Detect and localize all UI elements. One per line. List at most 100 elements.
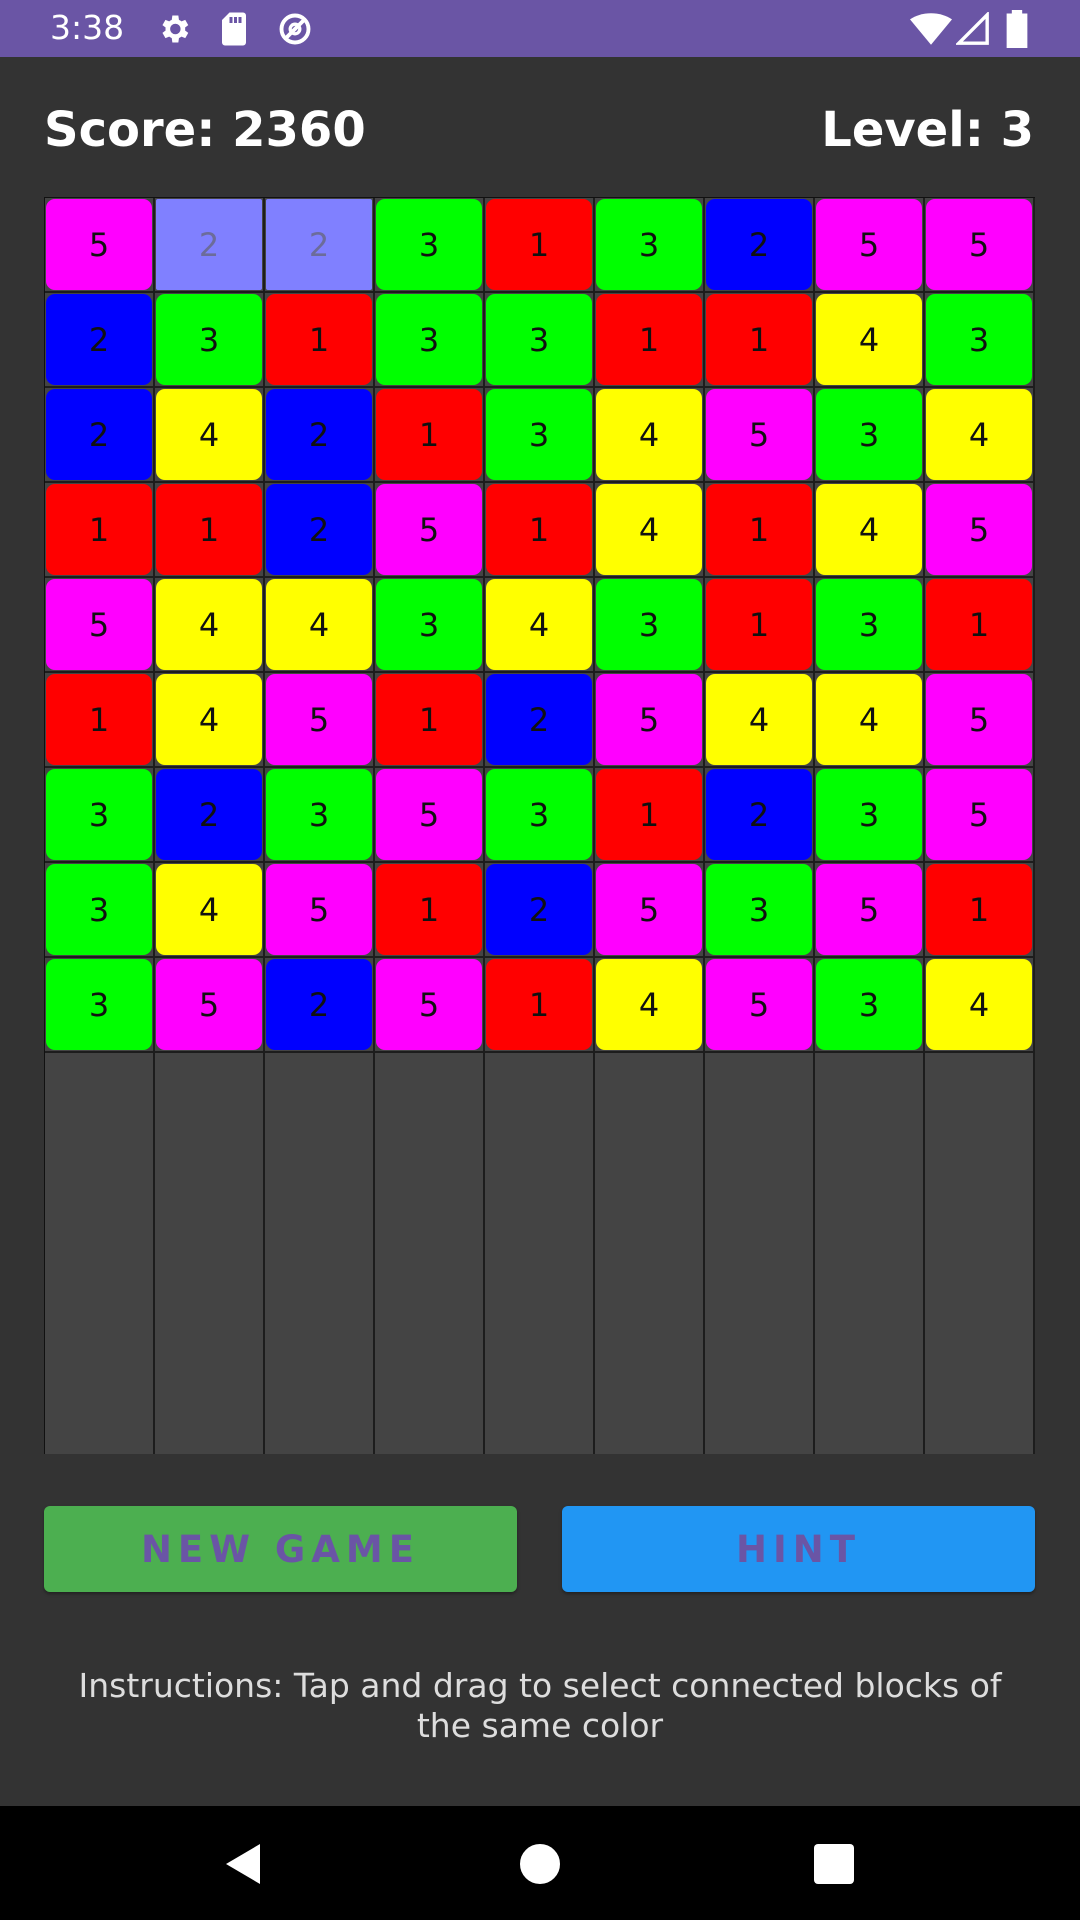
block-3[interactable]: 3	[376, 579, 482, 670]
block-4[interactable]: 4	[156, 389, 262, 480]
block-3[interactable]: 3	[46, 864, 152, 955]
block-5[interactable]: 5	[596, 864, 702, 955]
block-5[interactable]: 5	[46, 199, 152, 290]
block-1[interactable]: 1	[376, 674, 482, 765]
row-divider	[45, 956, 1035, 958]
block-1[interactable]: 1	[706, 294, 812, 385]
signal-icon	[956, 12, 989, 45]
block-3[interactable]: 3	[596, 199, 702, 290]
block-3[interactable]: 3	[486, 769, 592, 860]
block-2[interactable]: 2	[706, 199, 812, 290]
game-board[interactable]: 5223132552313311432421345341125141455443…	[44, 197, 1035, 1454]
block-4[interactable]: 4	[816, 674, 922, 765]
block-2[interactable]: 2	[266, 484, 372, 575]
block-3[interactable]: 3	[156, 294, 262, 385]
block-3[interactable]: 3	[816, 769, 922, 860]
block-5[interactable]: 5	[706, 959, 812, 1050]
block-4[interactable]: 4	[816, 484, 922, 575]
score-label: Score: 2360	[44, 102, 366, 158]
instructions-text: Instructions: Tap and drag to select con…	[78, 1666, 1002, 1745]
block-5[interactable]: 5	[706, 389, 812, 480]
block-3[interactable]: 3	[486, 389, 592, 480]
block-5[interactable]: 5	[926, 484, 1032, 575]
block-4[interactable]: 4	[156, 579, 262, 670]
block-2[interactable]: 2	[706, 769, 812, 860]
block-5[interactable]: 5	[266, 674, 372, 765]
block-1[interactable]: 1	[596, 294, 702, 385]
block-5[interactable]: 5	[816, 864, 922, 955]
block-3[interactable]: 3	[596, 579, 702, 670]
block-2[interactable]: 2	[486, 864, 592, 955]
block-1[interactable]: 1	[486, 199, 592, 290]
block-1[interactable]: 1	[926, 579, 1032, 670]
block-1[interactable]: 1	[706, 579, 812, 670]
home-icon[interactable]	[514, 1840, 566, 1888]
selected-block[interactable]: 2	[266, 199, 372, 290]
level-label: Level: 3	[821, 102, 1034, 158]
block-4[interactable]: 4	[926, 389, 1032, 480]
block-5[interactable]: 5	[46, 579, 152, 670]
block-5[interactable]: 5	[266, 864, 372, 955]
block-5[interactable]: 5	[376, 484, 482, 575]
block-1[interactable]: 1	[486, 959, 592, 1050]
block-4[interactable]: 4	[706, 674, 812, 765]
block-2[interactable]: 2	[486, 674, 592, 765]
block-4[interactable]: 4	[266, 579, 372, 670]
row-divider	[45, 861, 1035, 863]
block-3[interactable]: 3	[706, 864, 812, 955]
block-5[interactable]: 5	[926, 674, 1032, 765]
block-2[interactable]: 2	[46, 389, 152, 480]
recents-icon[interactable]	[812, 1842, 856, 1886]
block-1[interactable]: 1	[266, 294, 372, 385]
block-3[interactable]: 3	[376, 199, 482, 290]
block-3[interactable]: 3	[376, 294, 482, 385]
block-4[interactable]: 4	[596, 959, 702, 1050]
block-3[interactable]: 3	[816, 389, 922, 480]
block-1[interactable]: 1	[376, 389, 482, 480]
block-2[interactable]: 2	[46, 294, 152, 385]
block-3[interactable]: 3	[816, 579, 922, 670]
block-4[interactable]: 4	[926, 959, 1032, 1050]
block-3[interactable]: 3	[46, 959, 152, 1050]
block-5[interactable]: 5	[816, 199, 922, 290]
back-icon[interactable]	[220, 1840, 268, 1888]
block-5[interactable]: 5	[926, 199, 1032, 290]
block-4[interactable]: 4	[486, 579, 592, 670]
block-2[interactable]: 2	[266, 389, 372, 480]
block-5[interactable]: 5	[596, 674, 702, 765]
block-4[interactable]: 4	[156, 674, 262, 765]
block-5[interactable]: 5	[376, 769, 482, 860]
block-1[interactable]: 1	[596, 769, 702, 860]
block-5[interactable]: 5	[926, 769, 1032, 860]
hint-button[interactable]: HINT	[562, 1506, 1035, 1592]
new-game-button[interactable]: NEW GAME	[44, 1506, 517, 1592]
row-divider	[45, 766, 1035, 768]
navigation-bar	[0, 1806, 1080, 1920]
block-2[interactable]: 2	[266, 959, 372, 1050]
block-1[interactable]: 1	[46, 674, 152, 765]
block-3[interactable]: 3	[266, 769, 372, 860]
block-2[interactable]: 2	[156, 769, 262, 860]
block-3[interactable]: 3	[46, 769, 152, 860]
block-3[interactable]: 3	[926, 294, 1032, 385]
block-5[interactable]: 5	[376, 959, 482, 1050]
block-1[interactable]: 1	[46, 484, 152, 575]
block-1[interactable]: 1	[926, 864, 1032, 955]
block-3[interactable]: 3	[486, 294, 592, 385]
row-divider	[45, 481, 1035, 483]
row-divider	[45, 1051, 1035, 1053]
status-time: 3:38	[50, 8, 125, 47]
block-4[interactable]: 4	[596, 484, 702, 575]
block-4[interactable]: 4	[816, 294, 922, 385]
block-1[interactable]: 1	[706, 484, 812, 575]
block-4[interactable]: 4	[156, 864, 262, 955]
block-3[interactable]: 3	[816, 959, 922, 1050]
block-5[interactable]: 5	[156, 959, 262, 1050]
battery-icon	[1006, 10, 1028, 48]
status-bar: 3:38	[0, 0, 1080, 57]
block-1[interactable]: 1	[156, 484, 262, 575]
block-4[interactable]: 4	[596, 389, 702, 480]
selected-block[interactable]: 2	[156, 199, 262, 290]
block-1[interactable]: 1	[376, 864, 482, 955]
block-1[interactable]: 1	[486, 484, 592, 575]
